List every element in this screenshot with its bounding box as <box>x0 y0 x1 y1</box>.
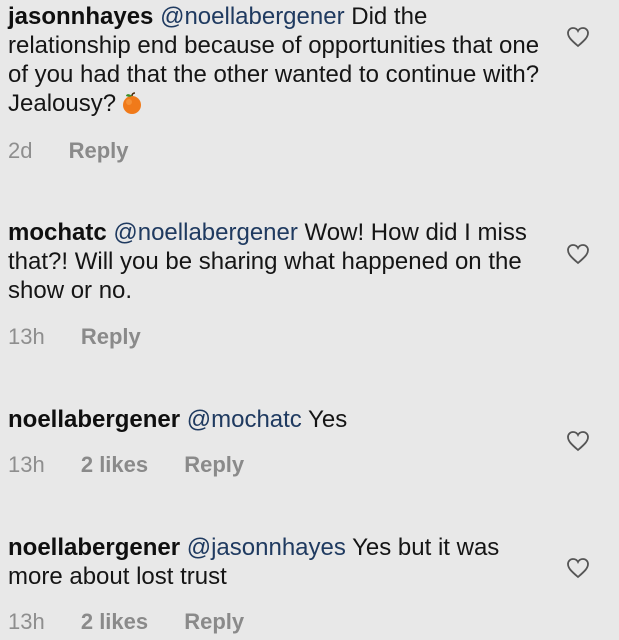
comment-timestamp: 13h <box>8 324 45 349</box>
likes-count[interactable]: 2 likes <box>81 452 148 478</box>
comment-timestamp: 2d <box>8 138 33 163</box>
comment-item: jasonnhayes @noellabergener Did the rela… <box>8 2 548 163</box>
comment-body: noellabergener @jasonnhayes Yes but it w… <box>8 533 548 591</box>
comment-mention[interactable]: @noellabergener <box>160 3 345 30</box>
comment-mention[interactable]: @jasonnhayes <box>187 534 346 561</box>
comment-meta: 13h Reply <box>8 324 141 350</box>
comment-body: jasonnhayes @noellabergener Did the rela… <box>8 2 548 118</box>
reply-button[interactable]: Reply <box>69 138 129 164</box>
heart-outline-icon[interactable] <box>566 26 590 48</box>
comment-item: mochatc @noellabergener Wow! How did I m… <box>8 218 548 349</box>
comment-mention[interactable]: @noellabergener <box>113 219 298 246</box>
reply-button[interactable]: Reply <box>184 452 244 478</box>
comment-mention[interactable]: @mochatc <box>187 406 302 433</box>
comment-username[interactable]: noellabergener <box>8 534 180 561</box>
comment-timestamp: 13h <box>8 452 45 477</box>
comment-meta: 13h 2 likes Reply <box>8 452 244 478</box>
reply-button[interactable]: Reply <box>184 609 244 635</box>
likes-count[interactable]: 2 likes <box>81 609 148 635</box>
comment-item: noellabergener @mochatc Yes 13h 2 likes … <box>8 405 548 477</box>
comment-body: mochatc @noellabergener Wow! How did I m… <box>8 218 548 305</box>
comment-item: noellabergener @jasonnhayes Yes but it w… <box>8 533 548 634</box>
comment-body: noellabergener @mochatc Yes <box>8 405 548 434</box>
heart-outline-icon[interactable] <box>566 243 590 265</box>
comment-username[interactable]: jasonnhayes <box>8 3 153 30</box>
heart-outline-icon[interactable] <box>566 557 590 579</box>
heart-outline-icon[interactable] <box>566 430 590 452</box>
comment-username[interactable]: mochatc <box>8 219 107 246</box>
comment-meta: 2d Reply <box>8 138 129 164</box>
reply-button[interactable]: Reply <box>81 324 141 350</box>
comment-username[interactable]: noellabergener <box>8 406 180 433</box>
comment-meta: 13h 2 likes Reply <box>8 609 244 635</box>
comment-text: Yes <box>301 406 348 433</box>
comment-timestamp: 13h <box>8 609 45 634</box>
tangerine-emoji-icon <box>120 91 144 115</box>
